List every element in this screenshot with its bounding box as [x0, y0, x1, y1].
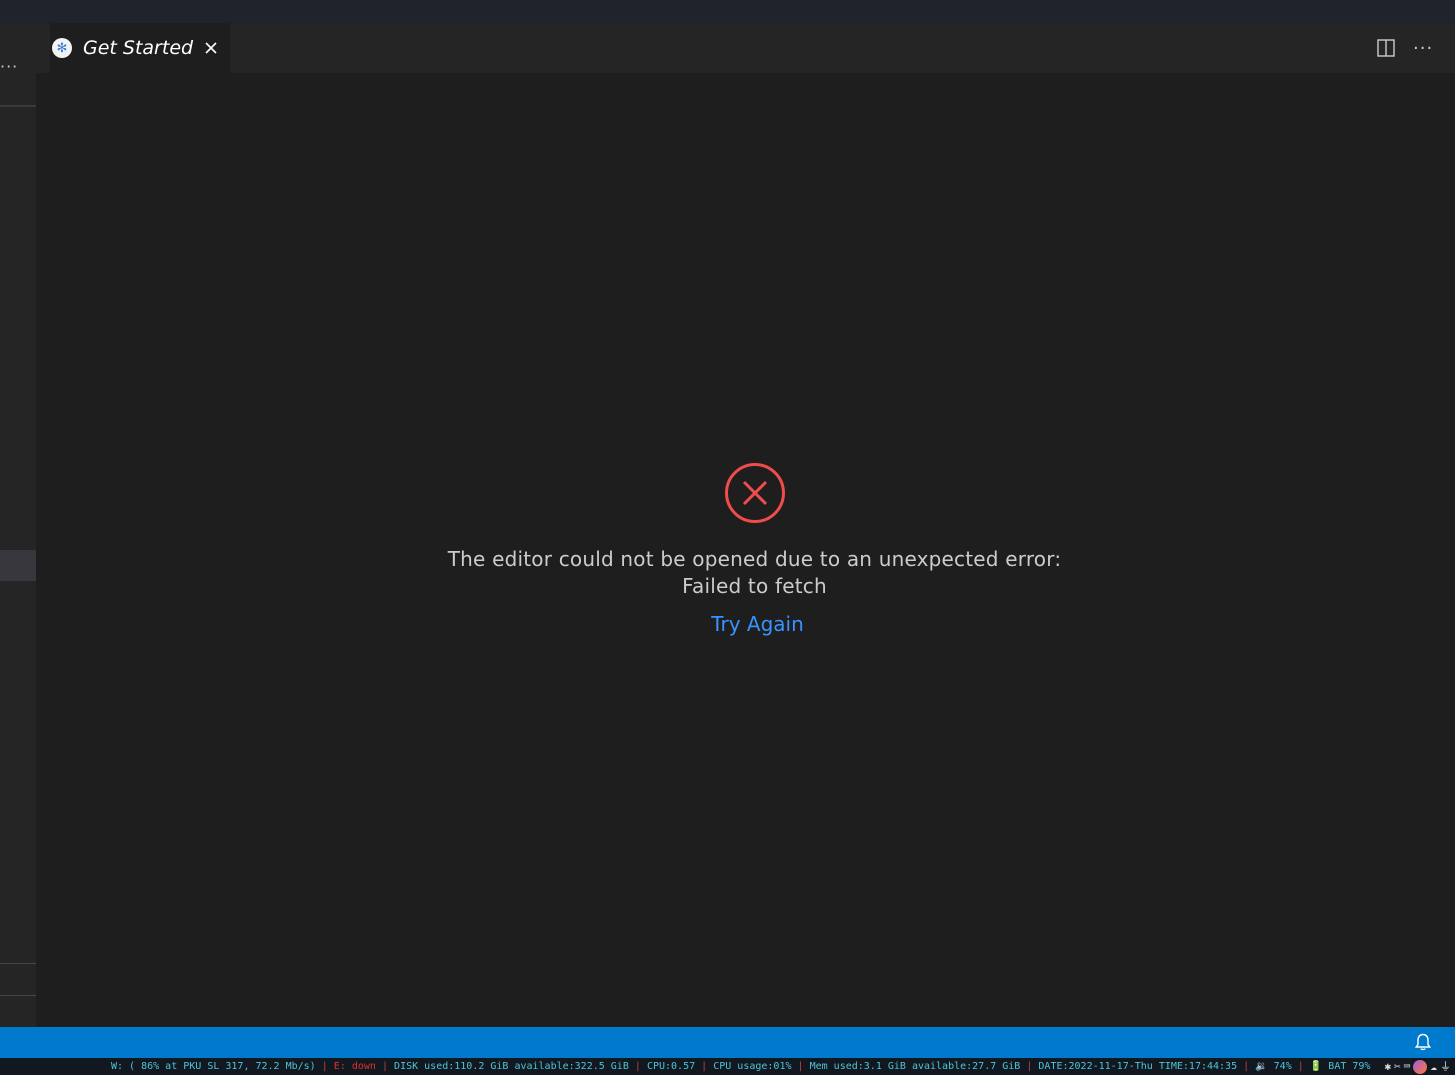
separator: | [1026, 1061, 1033, 1072]
try-again-link[interactable]: Try Again [711, 612, 804, 636]
sidebar: ··· [0, 23, 36, 1027]
system-tray: ✱ ✂ ⌨ ☁ ⏚ [1384, 1058, 1455, 1075]
close-icon[interactable] [203, 40, 219, 56]
title-bar [0, 0, 1455, 23]
sidebar-divider [0, 963, 36, 964]
cpu-load: CPU:0.57 [646, 1061, 696, 1072]
tools-icon[interactable]: ✂ [1394, 1058, 1401, 1075]
volume-status: 🔉 74% [1255, 1061, 1292, 1072]
system-status-bar: W: ( 86% at PKU SL 317, 72.2 Mb/s) | E: … [0, 1058, 1455, 1075]
sidebar-divider [0, 995, 36, 996]
usb-icon[interactable]: ⏚ [1440, 1058, 1451, 1075]
separator: | [701, 1061, 708, 1072]
app-tray-icon[interactable] [1413, 1059, 1428, 1074]
separator: | [381, 1061, 389, 1072]
more-actions-icon[interactable]: ··· [1413, 38, 1433, 59]
bell-icon[interactable] [1413, 1032, 1433, 1052]
separator: | [797, 1061, 804, 1072]
disk-status: DISK used:110.2 GiB available:322.5 GiB [394, 1061, 629, 1072]
sidebar-more-icon[interactable]: ··· [0, 59, 18, 75]
cpu-usage: CPU usage:01% [713, 1061, 792, 1072]
error-circle-icon [724, 463, 785, 523]
separator: | [1243, 1061, 1250, 1072]
vscode-welcome-icon: ✻ [52, 38, 72, 58]
separator: | [321, 1061, 328, 1072]
editor-actions: ··· [1376, 23, 1455, 73]
battery-status: 🔋 BAT 79% [1309, 1061, 1371, 1072]
tab-label: Get Started [83, 37, 194, 59]
status-bar [0, 1027, 1455, 1058]
error-message-detail: Failed to fetch [682, 574, 827, 598]
datetime: DATE:2022-11-17-Thu TIME:17:44:35 [1038, 1061, 1238, 1072]
separator: | [634, 1061, 641, 1072]
memory-status: Mem used:3.1 GiB available:27.7 GiB [809, 1061, 1021, 1072]
sidebar-header-divider [0, 105, 36, 107]
wireless-status: W: ( 86% at PKU SL 317, 72.2 Mb/s) [111, 1061, 316, 1072]
editor-error-panel: The editor could not be opened due to an… [36, 462, 1455, 636]
tab-get-started[interactable]: ✻ Get Started [50, 23, 230, 73]
bluetooth-icon[interactable]: ✱ [1385, 1058, 1392, 1075]
keyboard-icon[interactable]: ⌨ [1404, 1058, 1411, 1075]
separator: | [1297, 1061, 1304, 1072]
network-icon[interactable]: ☁ [1430, 1058, 1437, 1075]
error-message-line: The editor could not be opened due to an… [447, 547, 1062, 571]
split-editor-icon[interactable] [1376, 38, 1396, 58]
sidebar-selected-item[interactable] [0, 550, 36, 581]
editor-tab-bar: ✻ Get Started ··· [36, 23, 1455, 73]
ethernet-status: E: down [333, 1061, 376, 1072]
error-message: The editor could not be opened due to an… [448, 546, 1062, 600]
